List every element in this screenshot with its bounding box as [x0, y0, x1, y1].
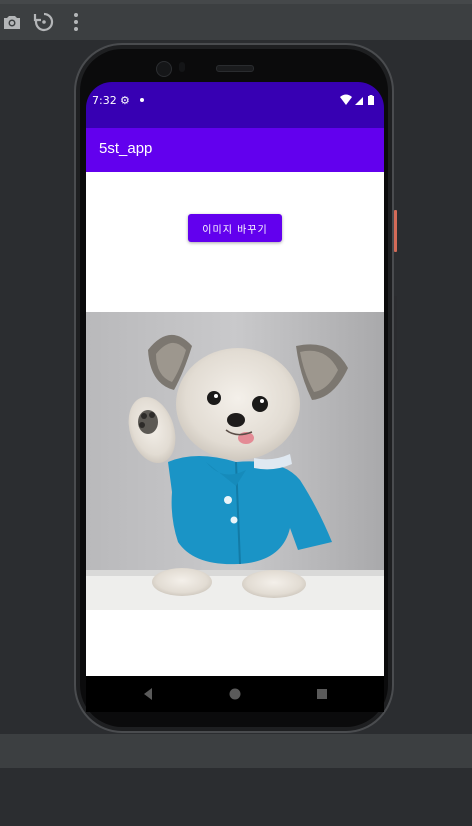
- battery-icon: [368, 95, 374, 105]
- status-bar: 7:32 ⚙: [86, 82, 384, 128]
- volume-button[interactable]: [394, 296, 397, 380]
- front-camera: [156, 61, 172, 77]
- gear-icon: ⚙: [120, 94, 130, 107]
- sensor: [179, 62, 185, 72]
- emulator-footer: [0, 768, 472, 826]
- home-icon[interactable]: [227, 686, 243, 702]
- device-screen: 7:32 ⚙ 5st_app 이미지 바꾸기: [86, 82, 384, 712]
- navigation-bar: [86, 676, 384, 712]
- emulator-bottom-panel: [0, 734, 472, 768]
- signal-icon: [355, 97, 363, 105]
- rotate-icon[interactable]: [32, 10, 56, 34]
- status-icons: [338, 94, 378, 106]
- emulator-toolbar: [0, 0, 472, 40]
- recents-icon[interactable]: [314, 686, 330, 702]
- dog-photo: [86, 312, 384, 610]
- earpiece-speaker: [216, 65, 254, 72]
- main-content: 이미지 바꾸기: [86, 172, 384, 676]
- power-button[interactable]: [394, 210, 397, 252]
- wifi-icon: [340, 94, 352, 105]
- app-title: 5st_app: [99, 140, 153, 157]
- dot-icon: [140, 98, 144, 102]
- status-time: 7:32: [92, 94, 117, 107]
- camera-icon[interactable]: [0, 10, 24, 34]
- app-bar: 5st_app: [86, 128, 384, 172]
- back-icon[interactable]: [140, 686, 156, 702]
- change-image-button[interactable]: 이미지 바꾸기: [188, 214, 282, 242]
- more-vert-icon[interactable]: [64, 10, 88, 34]
